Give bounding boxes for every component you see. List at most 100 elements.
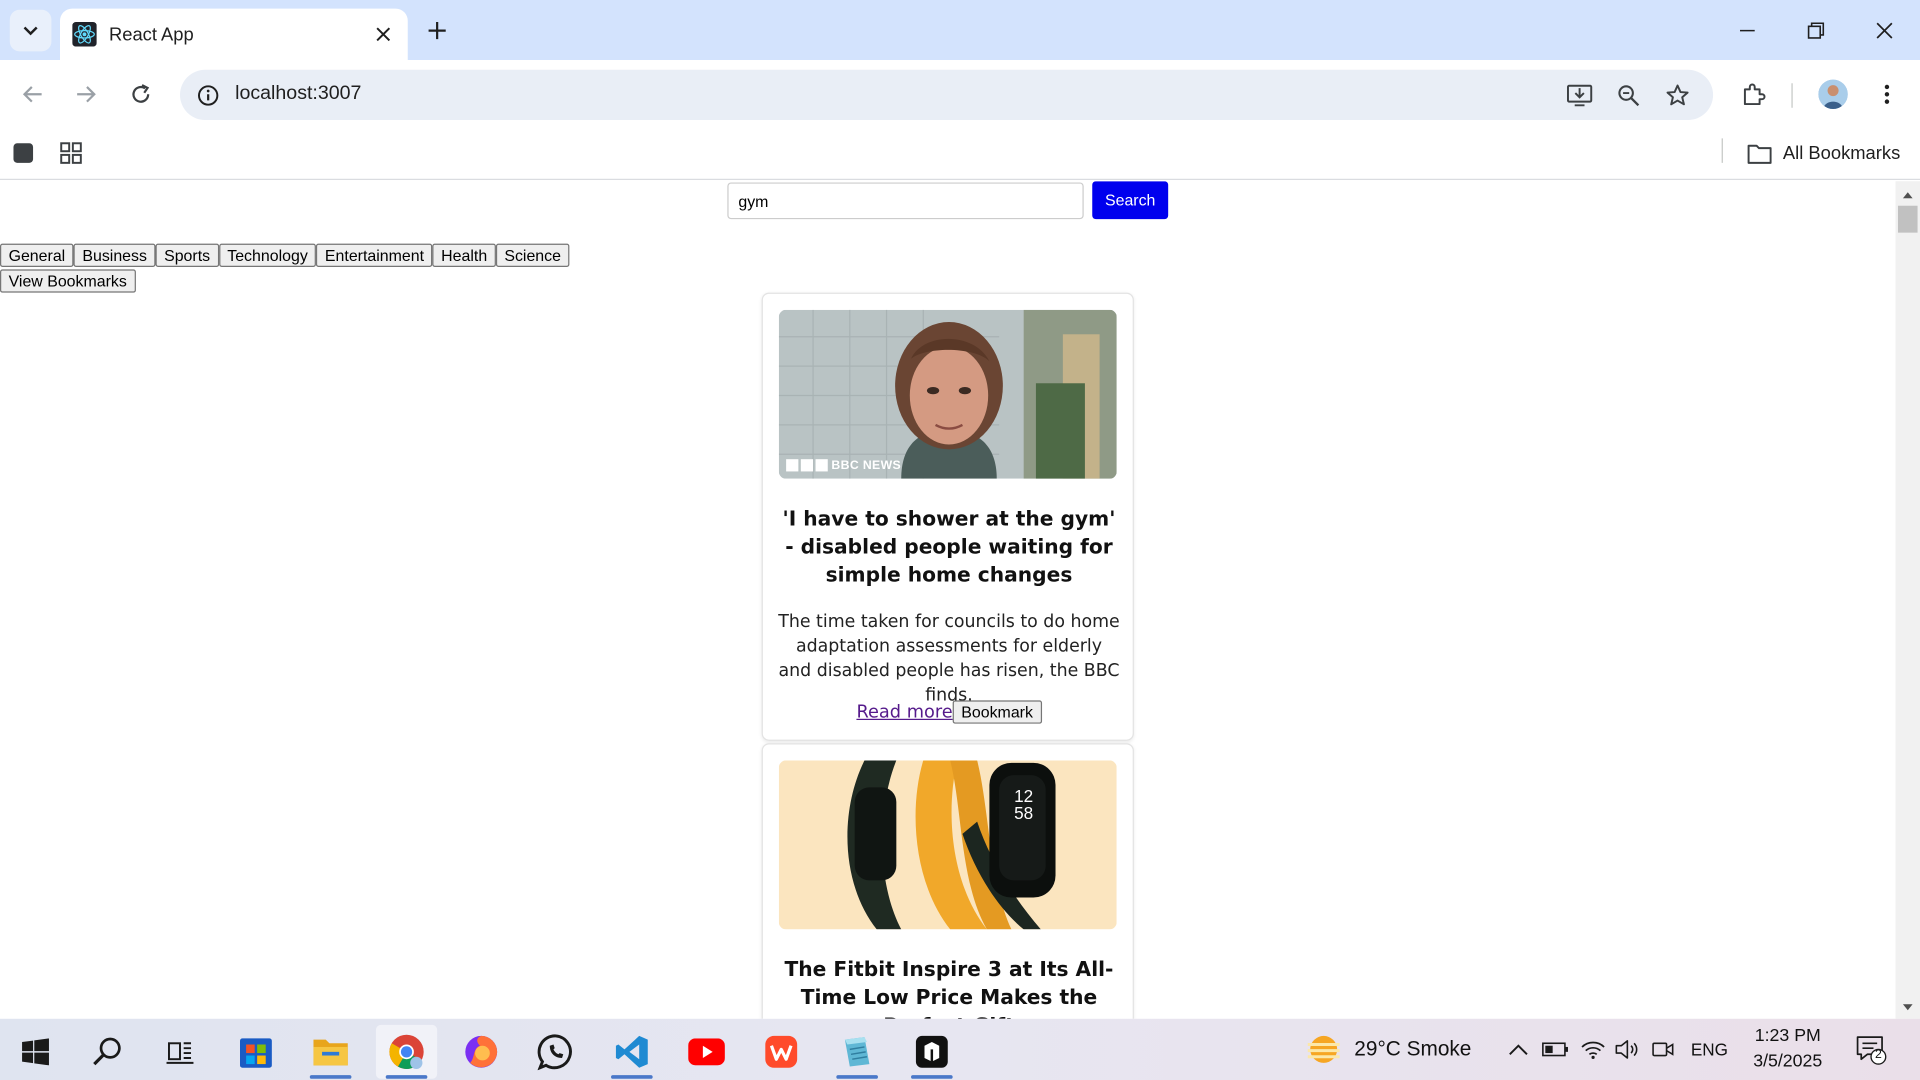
minimize-button[interactable]: [1713, 0, 1782, 60]
article-actions: Read more Bookmark: [763, 700, 1135, 724]
forward-button[interactable]: [65, 73, 107, 115]
all-bookmarks-button[interactable]: All Bookmarks: [1747, 137, 1900, 169]
apps-grid-icon[interactable]: [55, 137, 87, 169]
arrow-left-icon: [22, 86, 42, 103]
menu-button[interactable]: [1866, 73, 1908, 115]
task-view-button[interactable]: [149, 1025, 210, 1079]
app-shortcut-icon[interactable]: [7, 137, 39, 169]
page-scrollbar[interactable]: [1895, 181, 1920, 1019]
clock-time: 1:23 PM: [1754, 1026, 1821, 1046]
all-bookmarks-label: All Bookmarks: [1782, 142, 1901, 164]
volume-icon[interactable]: [1613, 1035, 1642, 1064]
task-view-icon: [166, 1042, 194, 1064]
weather-widget[interactable]: 29°C Smoke: [1305, 1031, 1471, 1068]
install-app-icon[interactable]: [1564, 80, 1596, 112]
close-tab-button[interactable]: [366, 17, 400, 51]
search-icon: [93, 1037, 121, 1066]
bookmark-star-icon[interactable]: [1662, 80, 1694, 112]
article-description: The time taken for councils to do home a…: [778, 612, 1120, 706]
microsoft-store-icon[interactable]: [225, 1025, 286, 1079]
clock-date: 3/5/2025: [1753, 1051, 1823, 1072]
running-indicator: [836, 1075, 878, 1079]
notifications-button[interactable]: 2: [1855, 1033, 1887, 1065]
browser-toolbar: localhost:3007: [0, 60, 1920, 129]
terminal-app-icon[interactable]: [901, 1025, 962, 1079]
bookmarks-separator: [1721, 138, 1723, 163]
minimize-icon: [1740, 29, 1755, 31]
system-clock[interactable]: 1:23 PM 3/5/2025: [1736, 1024, 1839, 1075]
vscode-icon[interactable]: [601, 1025, 662, 1079]
page-viewport: Search General Business Sports Technolog…: [0, 181, 1896, 1019]
tab-strip: React App: [0, 0, 1920, 61]
watch-display-time: 12 58: [1014, 786, 1034, 823]
view-bookmarks-button[interactable]: View Bookmarks: [0, 269, 136, 293]
restore-icon: [1807, 21, 1825, 39]
weather-text: 29°C Smoke: [1354, 1037, 1472, 1061]
wifi-icon[interactable]: [1578, 1035, 1607, 1064]
running-indicator: [911, 1075, 953, 1079]
tab-title: React App: [108, 23, 194, 45]
site-info-icon[interactable]: [192, 80, 224, 112]
bookmarks-bar: All Bookmarks: [0, 128, 1920, 181]
category-general-button[interactable]: General: [0, 243, 74, 267]
new-tab-button[interactable]: [419, 12, 456, 49]
article-image: BBC NEWS: [778, 309, 1117, 479]
windows-logo-icon: [22, 1038, 49, 1066]
tab-search-button[interactable]: [9, 9, 52, 52]
active-tab[interactable]: React App: [60, 8, 408, 61]
file-explorer-icon[interactable]: [300, 1025, 361, 1079]
bookmark-button[interactable]: Bookmark: [952, 700, 1042, 724]
show-hidden-icons-button[interactable]: [1504, 1035, 1533, 1064]
category-science-button[interactable]: Science: [495, 243, 570, 267]
notepad-icon[interactable]: [827, 1025, 888, 1079]
battery-icon[interactable]: [1540, 1035, 1569, 1064]
firefox-icon[interactable]: [451, 1025, 512, 1079]
zoom-icon[interactable]: [1613, 80, 1645, 112]
notification-count: 2: [1874, 1048, 1882, 1062]
reload-icon: [132, 84, 150, 103]
scrollbar-thumb[interactable]: [1897, 205, 1918, 233]
start-button[interactable]: [5, 1025, 66, 1079]
article-card: 12 58 The Fitbit Inspire 3 at Its All-Ti…: [761, 743, 1134, 1019]
reload-button[interactable]: [120, 73, 162, 115]
weather-haze-icon: [1307, 1035, 1340, 1063]
chrome-icon[interactable]: [375, 1024, 438, 1079]
category-sports-button[interactable]: Sports: [155, 243, 219, 267]
running-indicator: [611, 1075, 653, 1079]
react-logo-icon: [72, 22, 97, 47]
article-title: The Fitbit Inspire 3 at Its All-Time Low…: [784, 957, 1114, 1019]
search-button[interactable]: [77, 1025, 138, 1079]
chevron-up-icon: [1509, 1044, 1528, 1055]
read-more-link[interactable]: Read more: [856, 702, 952, 722]
office-icon[interactable]: [751, 1025, 812, 1079]
category-technology-button[interactable]: Technology: [218, 243, 317, 267]
whatsapp-icon[interactable]: [525, 1025, 586, 1079]
running-indicator: [385, 1075, 428, 1079]
close-window-button[interactable]: [1850, 0, 1919, 60]
profile-avatar[interactable]: [1818, 79, 1848, 109]
extensions-icon[interactable]: [1733, 73, 1775, 115]
restore-button[interactable]: [1782, 0, 1851, 60]
category-bar: General Business Sports Technology Enter…: [0, 243, 570, 267]
meet-now-icon[interactable]: [1648, 1035, 1677, 1064]
back-button[interactable]: [12, 73, 54, 115]
plus-icon: [428, 22, 446, 40]
running-indicator: [309, 1075, 352, 1079]
article-card: BBC NEWS 'I have to shower at the gym' -…: [761, 292, 1135, 741]
address-bar[interactable]: localhost:3007: [180, 69, 1714, 121]
search-button[interactable]: Search: [1092, 181, 1169, 220]
category-entertainment-button[interactable]: Entertainment: [316, 243, 433, 267]
category-health-button[interactable]: Health: [432, 243, 496, 267]
arrow-right-icon: [77, 86, 96, 103]
more-vertical-icon: [1884, 84, 1890, 104]
language-indicator[interactable]: ENG: [1689, 1035, 1731, 1064]
category-business-button[interactable]: Business: [73, 243, 156, 267]
search-input[interactable]: [727, 182, 1084, 220]
article-title: 'I have to shower at the gym' - disabled…: [782, 506, 1116, 587]
folder-icon: [1747, 144, 1772, 164]
youtube-icon[interactable]: [676, 1025, 737, 1079]
url-text: localhost:3007: [235, 83, 362, 105]
scroll-up-icon[interactable]: [1896, 186, 1920, 203]
bbc-news-watermark: BBC NEWS: [831, 459, 902, 473]
scroll-down-icon[interactable]: [1896, 999, 1920, 1016]
